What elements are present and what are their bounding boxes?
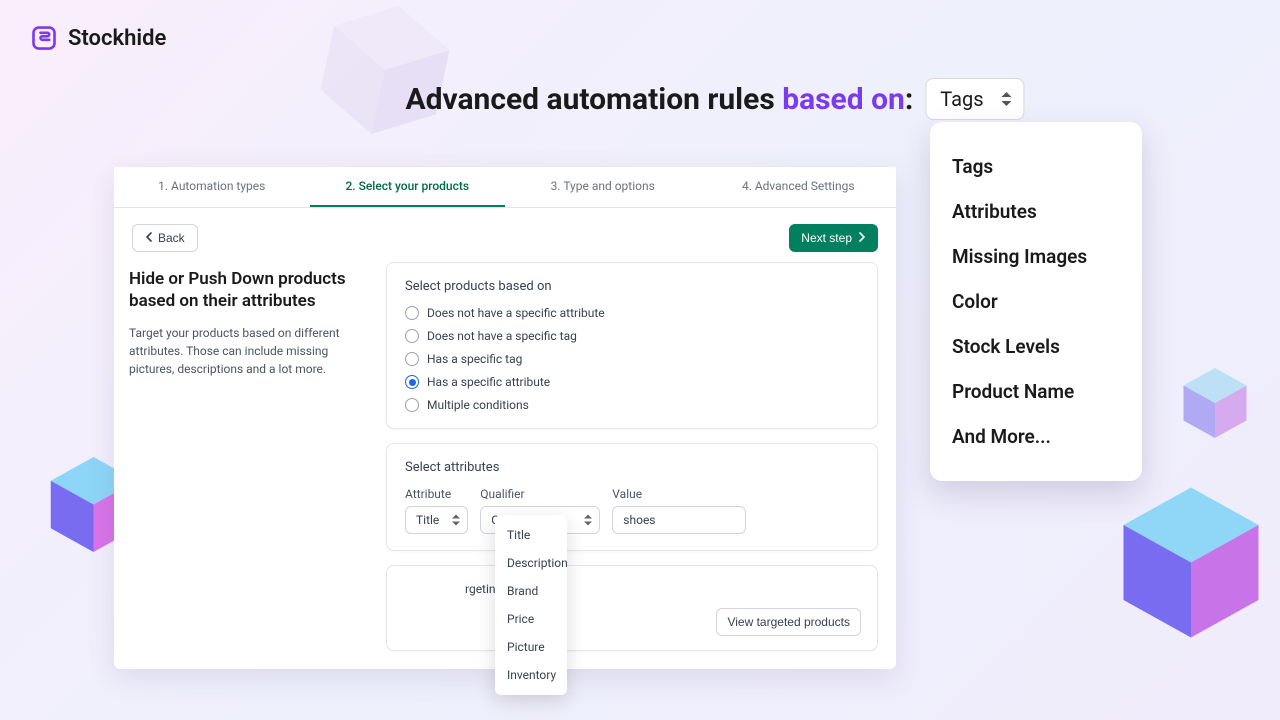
attribute-label: Attribute xyxy=(405,487,468,501)
attribute-option-picture[interactable]: Picture xyxy=(495,633,567,661)
logo-icon xyxy=(30,24,58,52)
page-description: Target your products based on different … xyxy=(129,324,364,378)
radio-icon xyxy=(405,352,419,366)
select-icon xyxy=(452,515,461,526)
radio-label: Does not have a specific attribute xyxy=(427,306,605,320)
page-title: Hide or Push Down products based on thei… xyxy=(129,268,364,312)
select-based-on-panel: Select products based on Does not have a… xyxy=(386,262,878,429)
hero-prefix: Advanced automation rules xyxy=(405,82,782,117)
dropdown-option-attributes[interactable]: Attributes xyxy=(952,189,1120,234)
dropdown-option-missing-images[interactable]: Missing Images xyxy=(952,234,1120,279)
value-input-text: shoes xyxy=(623,513,655,527)
brand-name: Stockhide xyxy=(68,26,166,51)
panel-title: Select products based on xyxy=(405,279,859,294)
radio-label: Has a specific attribute xyxy=(427,375,550,389)
radio-no-attribute[interactable]: Does not have a specific attribute xyxy=(405,306,859,320)
radio-label: Has a specific tag xyxy=(427,352,522,366)
select-icon xyxy=(584,515,593,526)
dropdown-option-product-name[interactable]: Product Name xyxy=(952,369,1120,414)
panel-title: Select attributes xyxy=(405,460,859,475)
dropdown-option-stock-levels[interactable]: Stock Levels xyxy=(952,324,1120,369)
radio-has-tag[interactable]: Has a specific tag xyxy=(405,352,859,366)
radio-icon xyxy=(405,329,419,343)
value-input[interactable]: shoes xyxy=(612,506,746,534)
next-step-button[interactable]: Next step xyxy=(789,224,878,252)
select-attributes-panel: Select attributes Attribute Title Qualif… xyxy=(386,443,878,551)
attribute-option-price[interactable]: Price xyxy=(495,605,567,633)
dropdown-option-more[interactable]: And More... xyxy=(952,414,1120,459)
back-button[interactable]: Back xyxy=(132,224,198,252)
brand-logo: Stockhide xyxy=(30,24,166,52)
radio-label: Does not have a specific tag xyxy=(427,329,577,343)
wizard-tabs: 1. Automation types 2. Select your produ… xyxy=(114,167,896,208)
back-button-label: Back xyxy=(158,231,185,245)
radio-no-tag[interactable]: Does not have a specific tag xyxy=(405,329,859,343)
basis-dropdown-value: Tags xyxy=(940,87,983,111)
value-label: Value xyxy=(612,487,746,501)
view-targeted-products-button[interactable]: View targeted products xyxy=(716,608,861,636)
basis-dropdown-menu: Tags Attributes Missing Images Color Sto… xyxy=(930,122,1142,481)
hero-suffix: : xyxy=(905,82,913,117)
tab-automation-types[interactable]: 1. Automation types xyxy=(114,167,310,207)
view-button-label: View targeted products xyxy=(727,615,850,629)
tab-type-options[interactable]: 3. Type and options xyxy=(505,167,701,207)
radio-multiple[interactable]: Multiple conditions xyxy=(405,398,859,412)
radio-icon xyxy=(405,375,419,389)
attribute-select[interactable]: Title xyxy=(405,506,468,534)
attribute-option-brand[interactable]: Brand xyxy=(495,577,567,605)
attribute-option-description[interactable]: Description xyxy=(495,549,567,577)
radio-icon xyxy=(405,398,419,412)
attribute-dropdown-menu: Title Description Brand Price Picture In… xyxy=(495,515,567,695)
next-button-label: Next step xyxy=(801,231,852,245)
radio-has-attribute[interactable]: Has a specific attribute xyxy=(405,375,859,389)
radio-label: Multiple conditions xyxy=(427,398,529,412)
tab-select-products[interactable]: 2. Select your products xyxy=(310,167,506,207)
chevron-right-icon xyxy=(858,231,866,245)
hero-title: Advanced automation rules based on: Tags xyxy=(405,78,1024,120)
attribute-option-title[interactable]: Title xyxy=(495,521,567,549)
radio-icon xyxy=(405,306,419,320)
dropdown-option-tags[interactable]: Tags xyxy=(952,144,1120,189)
basis-dropdown[interactable]: Tags xyxy=(925,78,1024,120)
decorative-cube xyxy=(1116,480,1266,645)
dropdown-option-color[interactable]: Color xyxy=(952,279,1120,324)
targeting-summary-panel: rgeting is selecting View targeted produ… xyxy=(386,565,878,651)
chevron-left-icon xyxy=(145,231,153,245)
tab-advanced-settings[interactable]: 4. Advanced Settings xyxy=(701,167,897,207)
qualifier-label: Qualifier xyxy=(480,487,600,501)
select-icon xyxy=(1002,92,1014,106)
decorative-cube xyxy=(1180,364,1250,442)
hero-accent: based on xyxy=(782,82,905,117)
attribute-option-inventory[interactable]: Inventory xyxy=(495,661,567,689)
attribute-select-value: Title xyxy=(416,513,439,527)
